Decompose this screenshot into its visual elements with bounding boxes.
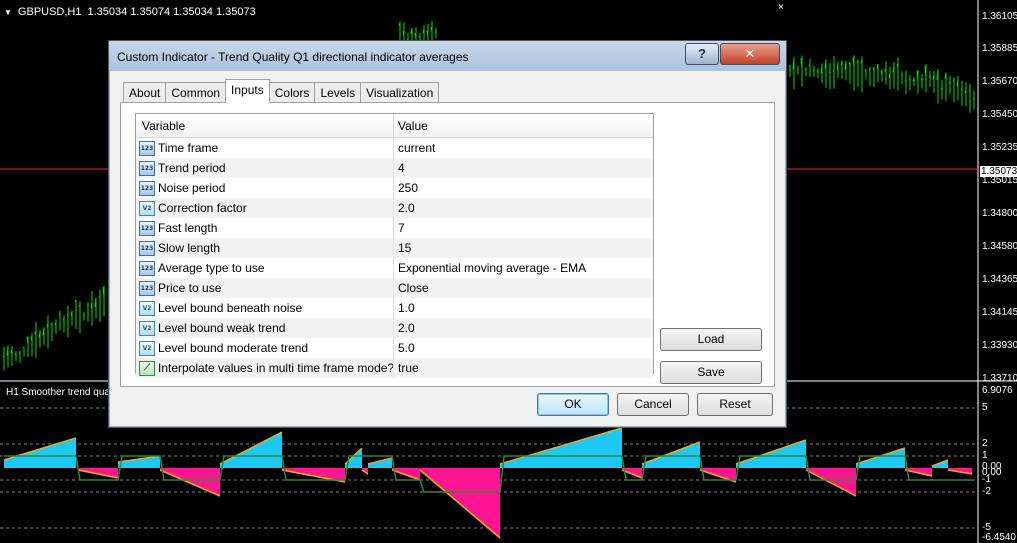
- tab-levels[interactable]: Levels: [314, 82, 362, 103]
- input-variable: Time frame: [158, 141, 219, 155]
- tab-about[interactable]: About: [123, 82, 167, 103]
- double-icon: V2: [139, 321, 155, 336]
- input-row[interactable]: V2 Level bound beneath noise 1.0: [136, 298, 653, 318]
- input-value[interactable]: Close: [398, 281, 429, 295]
- double-icon: V2: [139, 341, 155, 356]
- input-row[interactable]: V2 Correction factor 2.0: [136, 198, 653, 218]
- chart-symbol-bar: ▼ GBPUSD,H1 1.35034 1.35074 1.35034 1.35…: [4, 6, 256, 18]
- chevron-down-icon[interactable]: ▼: [4, 8, 12, 17]
- column-header-value[interactable]: Value: [398, 119, 428, 133]
- column-header-variable[interactable]: Variable: [142, 119, 185, 133]
- input-row[interactable]: 123 Fast length 7: [136, 218, 653, 238]
- input-variable: Slow length: [158, 241, 221, 255]
- tab-inputs[interactable]: Inputs: [225, 79, 270, 103]
- price-axis-label: 1.33710: [982, 373, 1017, 384]
- input-value[interactable]: 15: [398, 241, 411, 255]
- int-icon: 123: [139, 221, 155, 236]
- dialog-title: Custom Indicator - Trend Quality Q1 dire…: [117, 50, 469, 64]
- input-value[interactable]: 7: [398, 221, 405, 235]
- indicator-axis-label: 2: [982, 438, 988, 449]
- column-divider[interactable]: [393, 114, 394, 137]
- indicator-axis-label: 1: [982, 450, 988, 461]
- int-icon: 123: [139, 141, 155, 156]
- tab-colors[interactable]: Colors: [268, 82, 316, 103]
- int-icon: 123: [139, 161, 155, 176]
- indicator-pane-label: H1 Smoother trend qual: [6, 387, 113, 398]
- ok-button[interactable]: OK: [537, 393, 609, 416]
- input-row[interactable]: 123 Trend period 4: [136, 158, 653, 178]
- tab-common[interactable]: Common: [165, 82, 227, 103]
- current-price-label: 1.35073: [980, 166, 1017, 177]
- indicator-axis-label: 5: [982, 402, 988, 413]
- input-row[interactable]: V2 Level bound weak trend 2.0: [136, 318, 653, 338]
- input-variable: Level bound beneath noise: [158, 301, 303, 315]
- input-row[interactable]: 123 Time frame current: [136, 138, 653, 158]
- input-value[interactable]: 1.0: [398, 301, 415, 315]
- price-axis-label: 1.34580: [982, 241, 1017, 252]
- reset-button[interactable]: Reset: [697, 393, 773, 416]
- inputs-grid: Variable Value 123 Time frame current 12…: [135, 113, 654, 378]
- input-variable: Level bound weak trend: [158, 321, 286, 335]
- close-button[interactable]: ✕: [720, 43, 780, 65]
- input-variable: Price to use: [158, 281, 222, 295]
- chart-close-icon[interactable]: ×: [778, 2, 784, 13]
- indicator-axis-label: -2: [982, 486, 991, 497]
- price-axis-label: 1.35235: [982, 142, 1017, 153]
- load-button[interactable]: Load: [660, 328, 762, 351]
- input-value[interactable]: 2.0: [398, 321, 415, 335]
- symbol-quote: 1.35034 1.35074 1.35034 1.35073: [87, 6, 256, 18]
- inputs-panel: Variable Value 123 Time frame current 12…: [120, 102, 775, 387]
- input-variable: Fast length: [158, 221, 218, 235]
- price-axis-label: 1.34800: [982, 208, 1017, 219]
- input-value[interactable]: 250: [398, 181, 418, 195]
- price-axis-label: 1.35885: [982, 43, 1017, 54]
- int-icon: 123: [139, 241, 155, 256]
- double-icon: V2: [139, 201, 155, 216]
- price-axis-label: 1.35450: [982, 109, 1017, 120]
- input-value[interactable]: 2.0: [398, 201, 415, 215]
- input-row[interactable]: 123 Average type to use Exponential movi…: [136, 258, 653, 278]
- tab-visualization[interactable]: Visualization: [360, 82, 440, 103]
- int-icon: 123: [139, 281, 155, 296]
- indicator-axis-label: -6.4540: [982, 532, 1016, 543]
- indicator-axis-label: 6.9076: [982, 385, 1013, 396]
- bool-icon: ⟋: [139, 361, 155, 376]
- price-axis-label: 1.36105: [982, 11, 1017, 22]
- price-axis-label: 1.34365: [982, 274, 1017, 285]
- price-axis-label: 1.34145: [982, 307, 1017, 318]
- dialog-titlebar[interactable]: Custom Indicator - Trend Quality Q1 dire…: [109, 41, 786, 71]
- custom-indicator-dialog: Custom Indicator - Trend Quality Q1 dire…: [108, 40, 787, 428]
- price-axis-label: 1.35670: [982, 76, 1017, 87]
- input-row[interactable]: 123 Slow length 15: [136, 238, 653, 258]
- input-variable: Correction factor: [158, 201, 247, 215]
- help-button[interactable]: ?: [685, 43, 719, 65]
- input-row[interactable]: 123 Noise period 250: [136, 178, 653, 198]
- input-value[interactable]: Exponential moving average - EMA: [398, 261, 586, 275]
- save-button[interactable]: Save: [660, 361, 762, 384]
- input-value[interactable]: 4: [398, 161, 405, 175]
- input-row[interactable]: 123 Price to use Close: [136, 278, 653, 298]
- int-icon: 123: [139, 181, 155, 196]
- grid-header: Variable Value: [136, 114, 653, 138]
- input-value[interactable]: true: [398, 361, 419, 375]
- int-icon: 123: [139, 261, 155, 276]
- input-variable: Level bound moderate trend: [158, 341, 309, 355]
- indicator-axis-label: -1: [982, 474, 991, 485]
- input-variable: Noise period: [158, 181, 226, 195]
- input-variable: Trend period: [158, 161, 226, 175]
- input-row[interactable]: V2 Level bound moderate trend 5.0: [136, 338, 653, 358]
- input-variable: Interpolate values in multi time frame m…: [158, 361, 395, 375]
- cancel-button[interactable]: Cancel: [617, 393, 689, 416]
- price-axis-label: 1.33930: [982, 340, 1017, 351]
- input-value[interactable]: 5.0: [398, 341, 415, 355]
- input-variable: Average type to use: [158, 261, 265, 275]
- input-value[interactable]: current: [398, 141, 435, 155]
- double-icon: V2: [139, 301, 155, 316]
- symbol-name: GBPUSD,H1: [17, 6, 82, 18]
- dialog-tabs: About Common Inputs Colors Levels Visual…: [123, 79, 440, 103]
- input-row[interactable]: ⟋ Interpolate values in multi time frame…: [136, 358, 653, 378]
